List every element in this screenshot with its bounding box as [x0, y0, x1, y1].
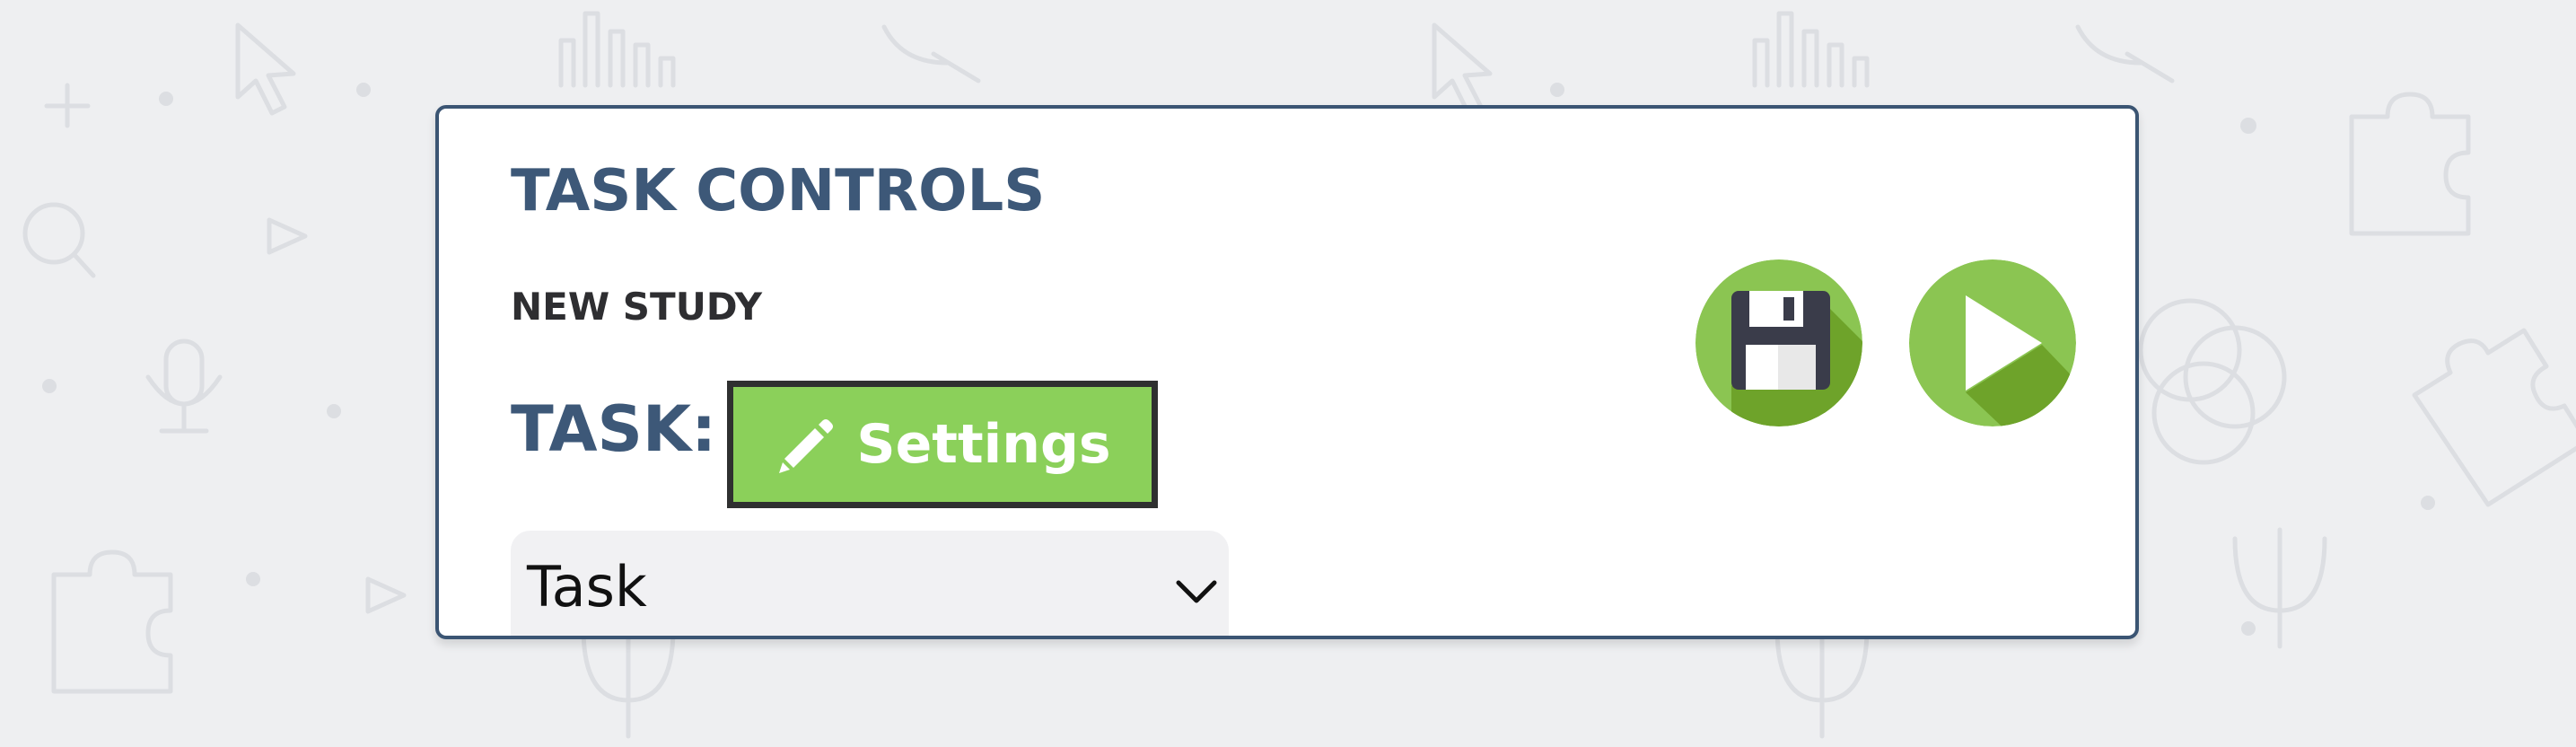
task-select-value: Task	[527, 554, 647, 620]
save-button[interactable]	[1695, 259, 1862, 426]
study-name: NEW STUDY	[511, 285, 763, 329]
play-button[interactable]	[1909, 259, 2076, 426]
pencil-icon	[779, 419, 834, 473]
task-select[interactable]: Task	[511, 531, 1229, 636]
chevron-down-icon	[1176, 580, 1217, 603]
play-icon	[1909, 259, 2076, 426]
task-label: TASK:	[511, 392, 717, 466]
settings-button[interactable]: Settings	[727, 381, 1158, 508]
floppy-disk-icon	[1695, 259, 1862, 426]
settings-button-label: Settings	[856, 413, 1111, 476]
task-controls-panel: TASK CONTROLS NEW STUDY TASK: Settings T…	[435, 105, 2139, 639]
panel-title: TASK CONTROLS	[511, 158, 1046, 224]
